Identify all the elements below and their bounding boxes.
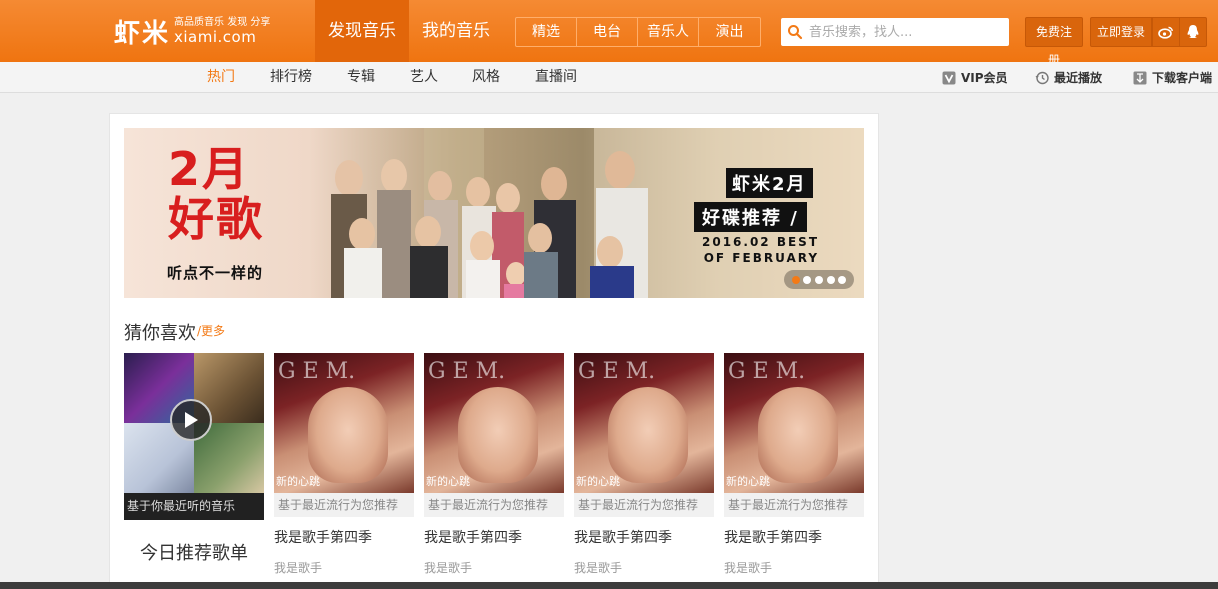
subnav-musicians[interactable]: 音乐人 [638, 18, 699, 46]
history-icon [1035, 71, 1049, 85]
section-title: 猜你喜欢 [124, 323, 196, 344]
cover-logo: 新的心跳 [276, 475, 320, 488]
download-icon [1133, 71, 1147, 85]
cover-logo: 新的心跳 [726, 475, 770, 488]
banner-subtitle: 听点不一样的 [167, 264, 264, 282]
album-cover: G E M. 新的心跳 [574, 353, 714, 493]
banner-dot[interactable] [838, 275, 847, 284]
category-albums[interactable]: 专辑 [347, 62, 375, 93]
taskbar-strip [0, 582, 1218, 589]
category-charts[interactable]: 排行榜 [270, 62, 312, 93]
daily-playlist-name[interactable]: 今日推荐歌单 [124, 539, 264, 565]
secondary-nav: 热门 排行榜 专辑 艺人 风格 直播间 VIP会员 最近播放 下载客户端 [0, 62, 1218, 93]
banner-dot[interactable] [803, 275, 812, 284]
banner-dot[interactable] [791, 275, 800, 284]
cover-logo: 新的心跳 [426, 475, 470, 488]
album-cover: G E M. 新的心跳 [724, 353, 864, 493]
album-tile[interactable]: G E M. 新的心跳 基于最近流行为您推荐 我是歌手第四季 我是歌手 [424, 353, 564, 576]
logo-slogan: 高品质音乐 发现 分享 [174, 16, 271, 28]
register-button[interactable]: 免费注册 [1025, 17, 1083, 67]
album-artist[interactable]: 我是歌手 [424, 559, 564, 576]
subnav-shows[interactable]: 演出 [699, 18, 760, 46]
qq-icon[interactable] [1179, 17, 1207, 47]
search-input[interactable] [809, 19, 999, 45]
tile-caption: 基于最近流行为您推荐 [274, 493, 414, 517]
cover-text: G E M. [278, 359, 356, 384]
download-client-link[interactable]: 下载客户端 [1133, 62, 1212, 93]
search-icon[interactable] [781, 18, 809, 46]
login-button[interactable]: 立即登录 [1090, 17, 1152, 47]
album-name[interactable]: 我是歌手第四季 [274, 527, 414, 547]
tile-caption: 基于你最近听的音乐 [124, 493, 264, 520]
album-tile[interactable]: G E M. 新的心跳 基于最近流行为您推荐 我是歌手第四季 我是歌手 [574, 353, 714, 576]
daily-playlist-tile[interactable]: 基于你最近听的音乐 [124, 353, 264, 520]
tile-caption: 基于最近流行为您推荐 [424, 493, 564, 517]
cover-portrait [608, 387, 688, 483]
cover-portrait [308, 387, 388, 483]
cover-portrait [458, 387, 538, 483]
search-box [781, 18, 1009, 46]
vip-icon [942, 71, 956, 85]
album-cover: G E M. 新的心跳 [274, 353, 414, 493]
category-hot[interactable]: 热门 [207, 62, 235, 93]
tile-caption: 基于最近流行为您推荐 [574, 493, 714, 517]
banner-english: 2016.02 BEST OF FEBRUARY [702, 235, 820, 265]
album-cover: G E M. 新的心跳 [424, 353, 564, 493]
banner-pager [784, 270, 854, 289]
album-name[interactable]: 我是歌手第四季 [574, 527, 714, 547]
banner-title: 2月 好歌 [168, 142, 264, 246]
category-artists[interactable]: 艺人 [410, 62, 438, 93]
album-name[interactable]: 我是歌手第四季 [424, 527, 564, 547]
xiami-logo[interactable]: 虾米 高品质音乐 发现 分享 xiami.com [114, 13, 270, 49]
banner-dot[interactable] [814, 275, 823, 284]
more-link[interactable]: /更多 [197, 322, 225, 339]
vip-link[interactable]: VIP会员 [942, 62, 1008, 93]
nav-discover-music[interactable]: 发现音乐 [315, 0, 409, 62]
album-tile[interactable]: G E M. 新的心跳 基于最近流行为您推荐 我是歌手第四季 我是歌手 [274, 353, 414, 576]
subnav-featured[interactable]: 精选 [516, 18, 577, 46]
banner-tag-month: 虾米2月 [726, 168, 813, 198]
subnav-radio[interactable]: 电台 [577, 18, 638, 46]
vip-label: VIP会员 [961, 71, 1008, 85]
logo-text: 虾米 [114, 18, 171, 49]
banner-tag-recommend: 好碟推荐 / [694, 202, 807, 232]
nav-my-music[interactable]: 我的音乐 [409, 0, 503, 62]
category-live[interactable]: 直播间 [535, 62, 577, 93]
weibo-icon[interactable] [1152, 17, 1180, 47]
promo-banner[interactable]: 2月 好歌 听点不一样的 虾米2月 好碟推荐 / 2016.02 BEST OF… [124, 128, 864, 298]
tile-caption: 基于最近流行为您推荐 [724, 493, 864, 517]
cover-text: G E M. [578, 359, 656, 384]
logo-domain: xiami.com [174, 27, 257, 46]
banner-dot[interactable] [826, 275, 835, 284]
main-nav: 发现音乐 我的音乐 [315, 0, 503, 62]
album-artist[interactable]: 我是歌手 [574, 559, 714, 576]
album-artist[interactable]: 我是歌手 [274, 559, 414, 576]
recent-played-label: 最近播放 [1054, 71, 1103, 85]
album-name[interactable]: 我是歌手第四季 [724, 527, 864, 547]
main-content: 2月 好歌 听点不一样的 虾米2月 好碟推荐 / 2016.02 BEST OF… [109, 113, 879, 589]
cover-logo: 新的心跳 [576, 475, 620, 488]
play-icon[interactable] [170, 399, 212, 441]
album-tile[interactable]: G E M. 新的心跳 基于最近流行为您推荐 我是歌手第四季 我是歌手 [724, 353, 864, 576]
cover-text: G E M. [728, 359, 806, 384]
cover-portrait [758, 387, 838, 483]
sub-nav: 精选 电台 音乐人 演出 [515, 17, 761, 47]
cover-text: G E M. [428, 359, 506, 384]
recent-played-link[interactable]: 最近播放 [1035, 62, 1102, 93]
category-genres[interactable]: 风格 [472, 62, 500, 93]
top-header: 虾米 高品质音乐 发现 分享 xiami.com 发现音乐 我的音乐 精选 电台… [0, 0, 1218, 67]
download-client-label: 下载客户端 [1152, 71, 1213, 85]
album-artist[interactable]: 我是歌手 [724, 559, 864, 576]
